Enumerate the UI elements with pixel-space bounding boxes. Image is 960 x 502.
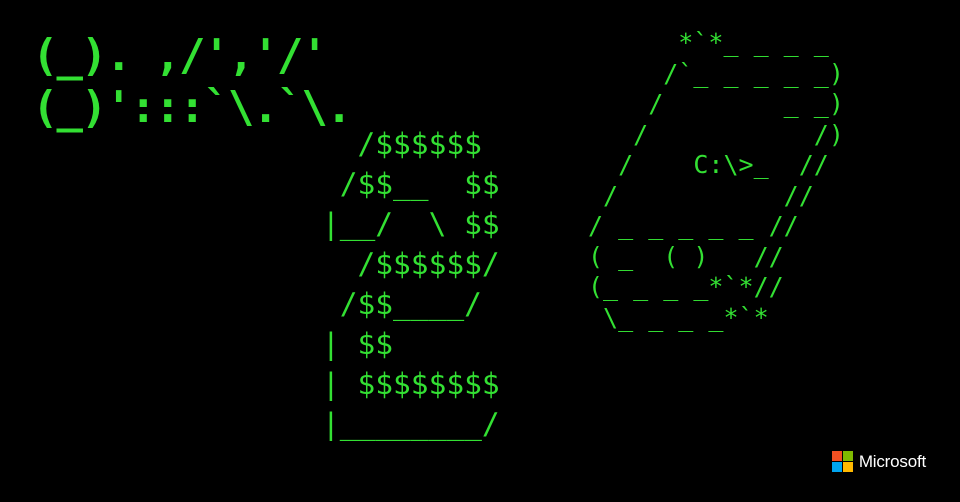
logo-square-blue	[831, 462, 842, 472]
microsoft-logo-icon	[831, 451, 853, 472]
microsoft-wordmark: Microsoft	[858, 451, 926, 471]
logo-square-yellow	[842, 462, 853, 472]
microsoft-brand: Microsoft	[831, 451, 926, 472]
ascii-phone-art: *`*_ _ _ _ /`_ _ _ _ _) / _ _) / /) / C:…	[588, 28, 844, 332]
logo-square-green	[842, 451, 853, 461]
ascii-scissors-art: (_). ,/','/' (_)':::`\.`\.	[32, 30, 352, 133]
logo-square-red	[831, 451, 842, 461]
ascii-number-two-art: /$$$$$$ /$$__ $$ |__/ \ $$ /$$$$$$/ /$$_…	[322, 127, 500, 441]
